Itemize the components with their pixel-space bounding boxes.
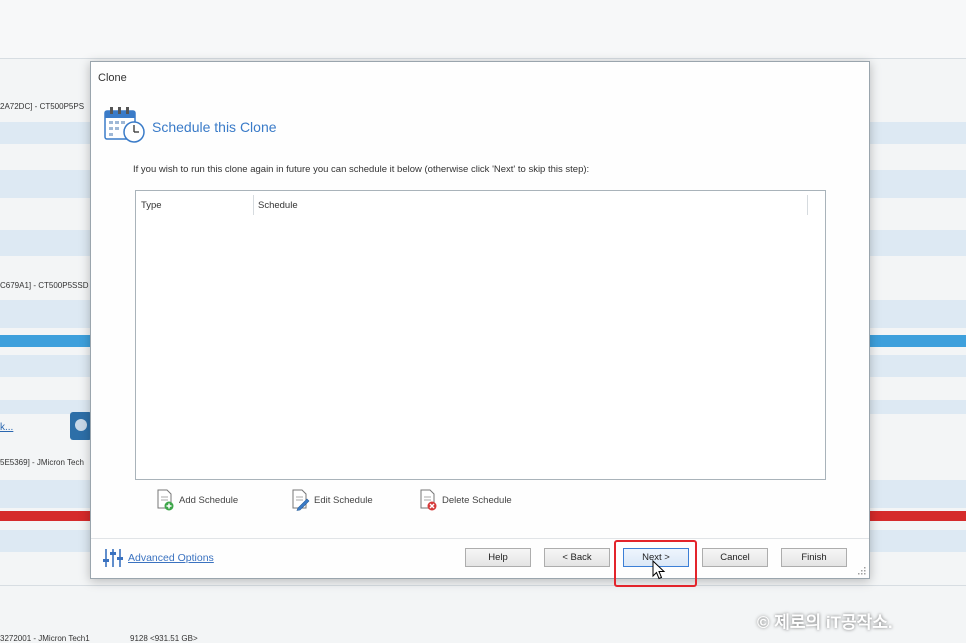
background-disk-size: 9128 <931.51 GB> <box>130 634 198 643</box>
edit-schedule-button[interactable]: Edit Schedule <box>290 488 373 512</box>
watermark: © 제로의 iT공작소. <box>757 613 893 632</box>
background-toolbar <box>0 0 966 58</box>
advanced-options-link[interactable]: Advanced Options <box>128 552 214 564</box>
background-link[interactable]: k... <box>0 422 13 433</box>
sliders-icon[interactable] <box>102 547 124 569</box>
delete-schedule-label: Delete Schedule <box>442 494 512 506</box>
page-title: Schedule this Clone <box>152 119 277 135</box>
column-divider[interactable] <box>253 195 254 215</box>
schedule-list[interactable]: Type Schedule <box>135 190 826 480</box>
column-divider[interactable] <box>807 195 808 215</box>
divider <box>0 585 966 586</box>
add-schedule-button[interactable]: Add Schedule <box>155 488 238 512</box>
cancel-button[interactable]: Cancel <box>702 548 768 567</box>
dialog-title: Clone <box>98 72 127 84</box>
column-header-schedule[interactable]: Schedule <box>258 200 298 211</box>
add-schedule-label: Add Schedule <box>179 494 239 506</box>
resize-grip-icon[interactable] <box>858 567 866 575</box>
divider <box>91 538 869 539</box>
delete-schedule-button[interactable]: Delete Schedule <box>418 488 512 512</box>
finish-button[interactable]: Finish <box>781 548 847 567</box>
background-disk-row-2: C679A1] - CT500P5SSD <box>0 281 89 290</box>
back-button[interactable]: < Back <box>544 548 610 567</box>
calendar-clock-icon <box>104 107 145 143</box>
help-button[interactable]: Help <box>465 548 531 567</box>
schedule-list-header: Type Schedule <box>136 191 825 219</box>
add-schedule-icon <box>157 489 174 511</box>
hard-disk-icon <box>70 412 92 440</box>
edit-schedule-icon <box>292 489 310 511</box>
background-disk-row-1: 2A72DC] - CT500P5PS <box>0 102 85 111</box>
instruction-text: If you wish to run this clone again in f… <box>133 164 590 175</box>
delete-schedule-icon <box>420 489 437 511</box>
background-disk-row-3: 5E5369] - JMicron Tech <box>0 458 84 467</box>
edit-schedule-label: Edit Schedule <box>314 494 373 506</box>
divider <box>0 58 966 59</box>
mouse-cursor-icon <box>652 560 666 580</box>
background-disk-row-4: 3272001 - JMicron Tech1 <box>0 634 90 643</box>
clone-dialog: Clone Schedule this Clone If you wish to… <box>90 61 870 579</box>
column-header-type[interactable]: Type <box>141 200 162 211</box>
